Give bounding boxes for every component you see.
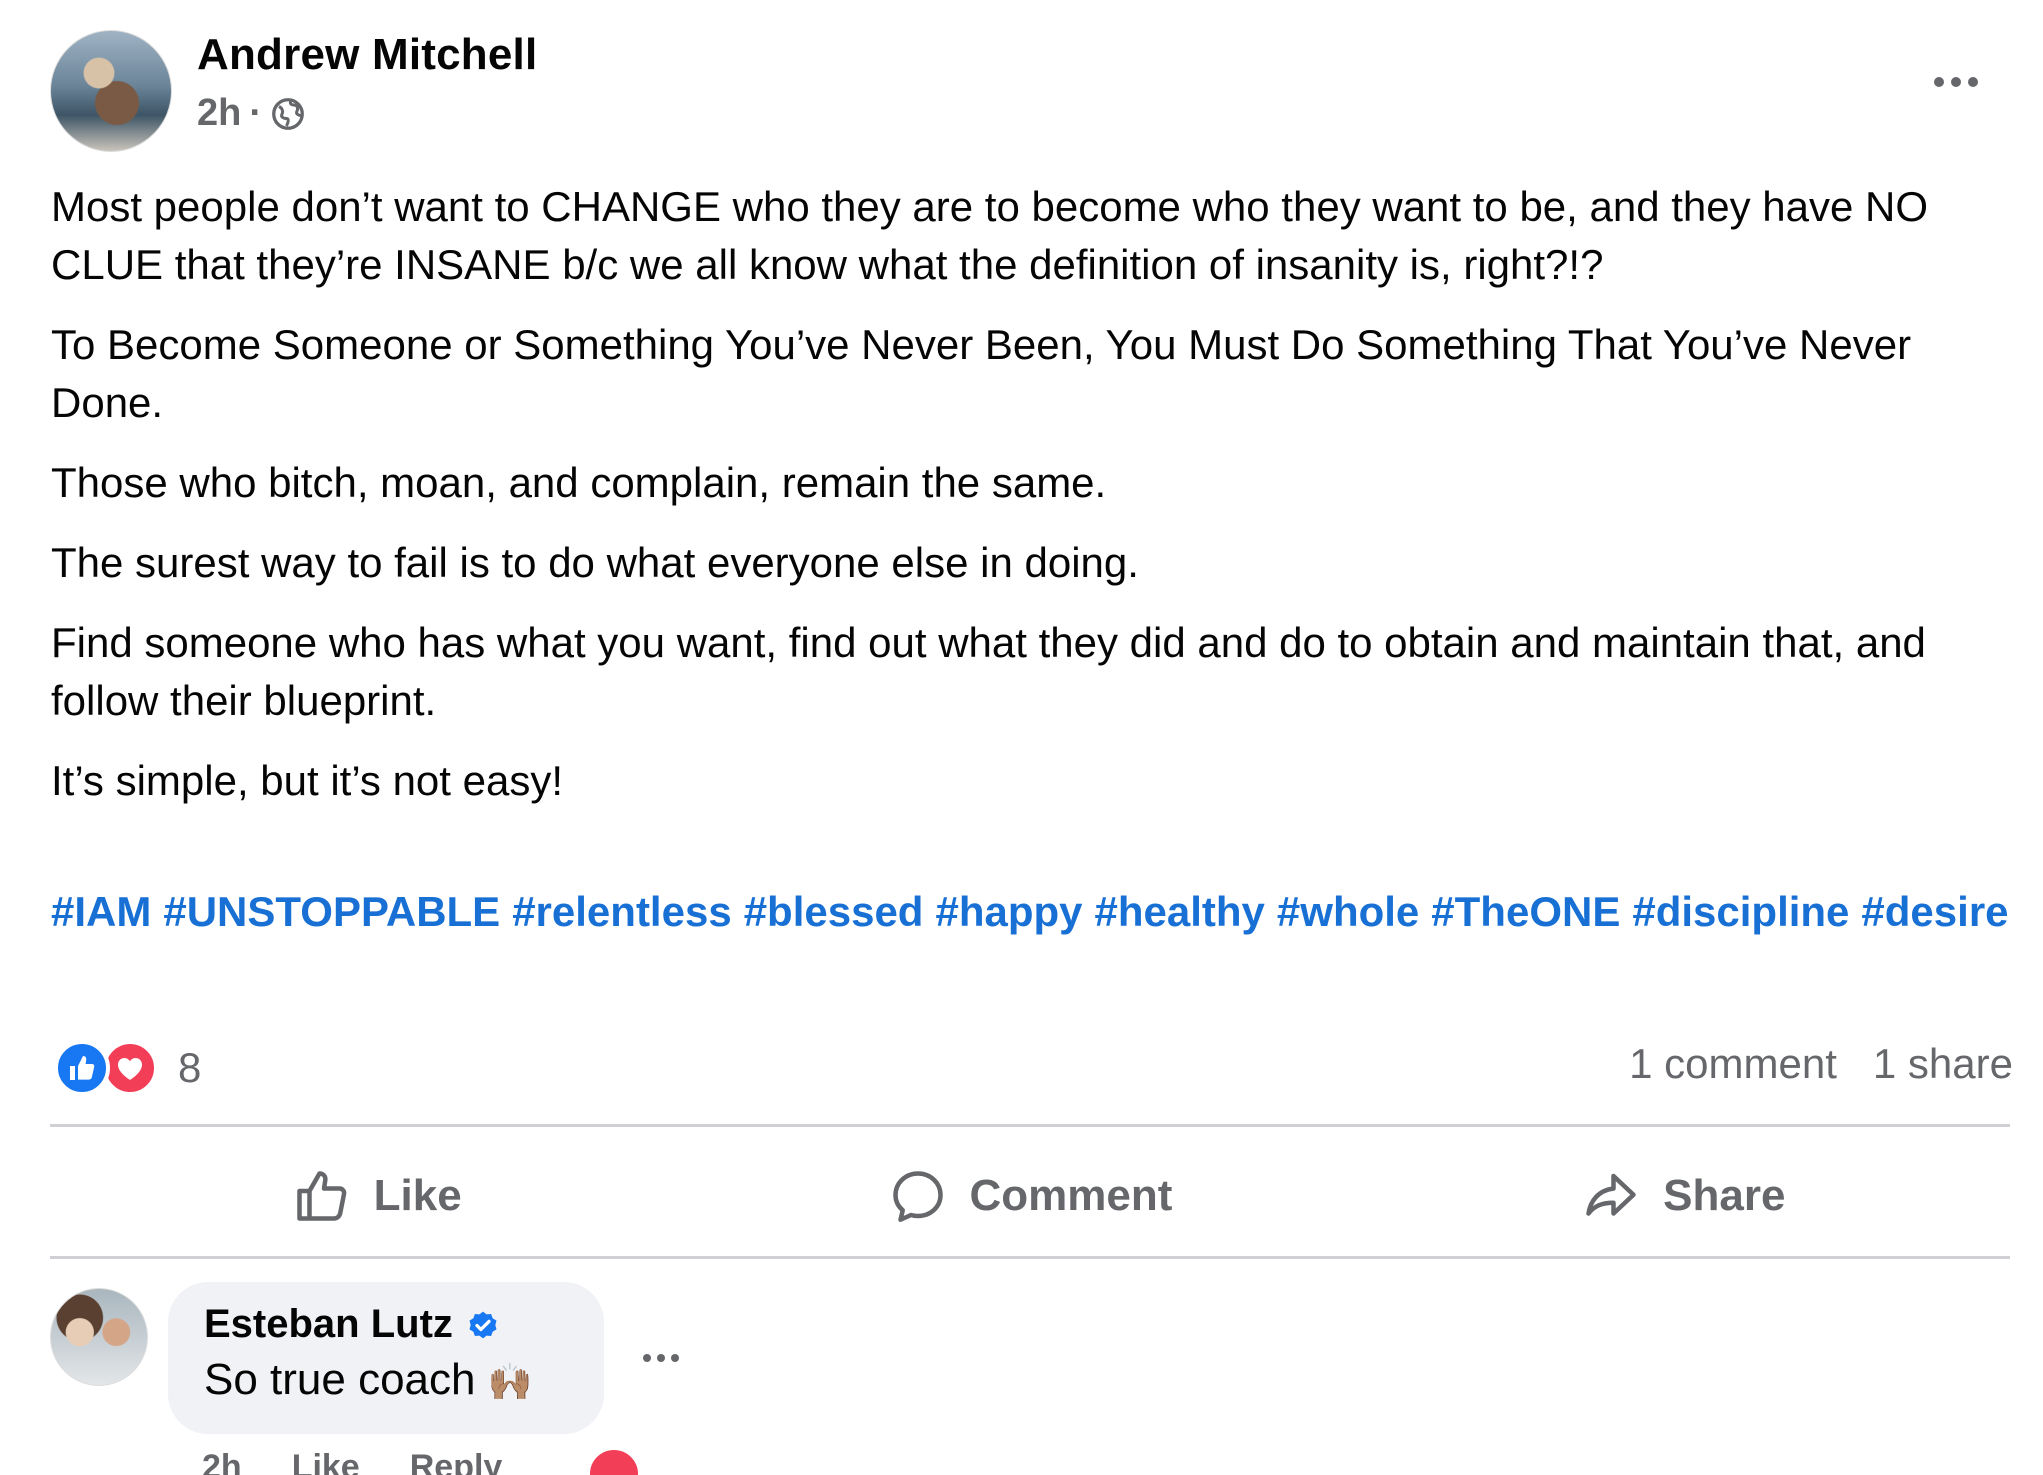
more-dot (657, 1354, 665, 1362)
comment-text-row: So true coach 🙌🏽 (204, 1355, 568, 1405)
post-body: Most people don’t want to CHANGE who the… (51, 178, 2011, 832)
post-paragraph: To Become Someone or Something You’ve Ne… (51, 321, 1912, 426)
post-paragraph: The surest way to fail is to do what eve… (51, 539, 1139, 586)
hashtag-link[interactable]: #happy (935, 888, 1082, 935)
comment-bubble-icon (892, 1171, 943, 1222)
post-paragraph: Find someone who has what you want, find… (51, 619, 1926, 724)
commenter-name-row: Esteban Lutz (204, 1302, 568, 1347)
globe-icon (272, 97, 304, 130)
share-label: Share (1663, 1171, 1786, 1220)
hashtag-link[interactable]: #desire (1861, 888, 2008, 935)
like-reaction-icon (54, 1040, 110, 1096)
raising-hands-emoji: 🙌🏽 (487, 1361, 533, 1402)
hashtag-link[interactable]: #blessed (744, 888, 924, 935)
comment-bubble: Esteban Lutz So true coach 🙌🏽 (168, 1282, 604, 1434)
author-name[interactable]: Andrew Mitchell (197, 30, 537, 80)
divider (50, 1124, 2010, 1127)
hashtag-list: #IAM #UNSTOPPABLE #relentless #blessed #happ… (51, 883, 2011, 941)
comment-options-button[interactable] (636, 1340, 686, 1376)
more-dots-icon (643, 1354, 651, 1362)
post-options-button[interactable] (1928, 62, 1984, 102)
commenter-name[interactable]: Esteban Lutz (204, 1302, 453, 1347)
author-avatar[interactable] (50, 30, 172, 152)
share-count-link[interactable]: 1 share (1873, 1040, 2013, 1088)
comment-actions: 2h Like Reply (202, 1448, 502, 1475)
engagement-stats: 1 comment 1 share (1629, 1040, 2013, 1088)
comment-label: Comment (969, 1171, 1173, 1220)
comment-button[interactable]: Comment (703, 1135, 1356, 1257)
more-dots-icon (1934, 77, 1944, 87)
more-dot (1968, 77, 1978, 87)
post-paragraph: Most people don’t want to CHANGE who the… (51, 183, 1929, 288)
hashtag-link[interactable]: #whole (1277, 888, 1419, 935)
post-paragraph: It’s simple, but it’s not easy! (51, 757, 564, 804)
comment-love-reaction-icon[interactable] (586, 1446, 642, 1475)
hashtag-link[interactable]: #discipline (1632, 888, 1849, 935)
more-dot (1951, 77, 1961, 87)
meta-separator: · (249, 92, 263, 134)
reactions-summary[interactable]: 8 (54, 1040, 201, 1096)
post-card: Andrew Mitchell 2h · Most people don’t w… (0, 0, 2043, 1475)
divider (50, 1256, 2010, 1259)
love-reaction-icon (102, 1040, 158, 1096)
verified-badge-icon (469, 1311, 497, 1338)
commenter-avatar[interactable] (50, 1288, 148, 1386)
hashtag-link[interactable]: #healthy (1095, 888, 1265, 935)
hashtag-link[interactable]: #UNSTOPPABLE (163, 888, 500, 935)
more-dot (671, 1354, 679, 1362)
comment-like-link[interactable]: Like (292, 1448, 360, 1475)
thumbs-up-icon (296, 1171, 346, 1221)
post-time[interactable]: 2h (197, 92, 241, 135)
action-bar: Like Comment Share (50, 1135, 2010, 1257)
share-arrow-icon (1586, 1173, 1636, 1216)
hashtag-link[interactable]: #IAM (51, 888, 151, 935)
hashtag-link[interactable]: #relentless (512, 888, 731, 935)
post-meta: 2h · (197, 92, 306, 135)
comment-time[interactable]: 2h (202, 1448, 242, 1475)
comment-text: So true coach (204, 1355, 476, 1404)
hashtag-link[interactable]: #TheONE (1431, 888, 1620, 935)
like-label: Like (373, 1171, 462, 1220)
share-button[interactable]: Share (1357, 1135, 2010, 1257)
comment-count-link[interactable]: 1 comment (1629, 1040, 1837, 1088)
like-button[interactable]: Like (50, 1135, 703, 1257)
post-paragraph: Those who bitch, moan, and complain, rem… (51, 459, 1107, 506)
comment-reply-link[interactable]: Reply (410, 1448, 503, 1475)
reaction-count: 8 (178, 1044, 202, 1091)
